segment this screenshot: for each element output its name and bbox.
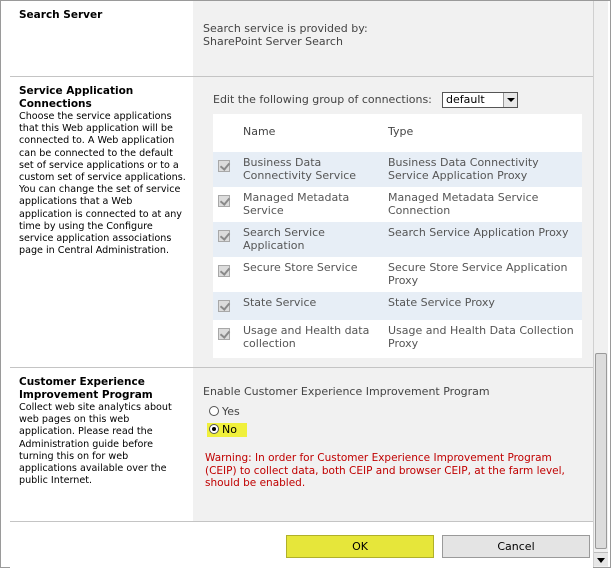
checkbox-checked-disabled[interactable]: [218, 160, 230, 172]
table-row: Secure Store Service Secure Store Servic…: [213, 257, 582, 292]
section-left: Customer Experience Improvement Program …: [10, 368, 193, 521]
radio-yes[interactable]: Yes: [209, 405, 240, 419]
scrollbar-thumb[interactable]: [595, 353, 607, 549]
section-left: Search Server: [10, 1, 193, 76]
column-header-name: Name: [243, 125, 276, 138]
section-ceip: Customer Experience Improvement Program …: [10, 368, 593, 521]
section-description: Collect web site analytics about web pag…: [19, 402, 172, 487]
row-name: Usage and Health data collection: [243, 324, 370, 350]
section-right: Enable Customer Experience Improvement P…: [193, 368, 593, 521]
select-value: default: [446, 93, 485, 106]
scroll-down-arrow-icon[interactable]: [594, 552, 608, 566]
row-type: Secure Store Service Application Proxy: [388, 261, 568, 287]
table-row: Managed Metadata Service Managed Metadat…: [213, 187, 582, 222]
row-type: State Service Proxy: [388, 296, 495, 309]
row-name: State Service: [243, 296, 317, 309]
connection-group-select[interactable]: default: [442, 92, 518, 108]
row-type: Business Data Connectivity Service Appli…: [388, 156, 539, 182]
chevron-down-icon[interactable]: [503, 93, 517, 107]
section-title-line2: Connections: [19, 98, 92, 110]
table-row: Usage and Health data collection Usage a…: [213, 320, 582, 355]
row-type: Search Service Application Proxy: [388, 226, 569, 239]
section-service-connections: Service Application Connections Choose t…: [10, 77, 593, 368]
button-bar: OK Cancel: [10, 521, 593, 569]
checkbox-checked-disabled[interactable]: [218, 265, 230, 277]
dialog-content: Search Server Search service is provided…: [10, 1, 593, 569]
ceip-warning: Warning: In order for Customer Experienc…: [205, 452, 565, 490]
section-title: Service Application Connections: [19, 85, 187, 111]
section-right: Search service is provided by: SharePoin…: [193, 1, 593, 76]
section-title-line1: Service Application: [19, 85, 134, 97]
connections-table: Name Type Business Data Connectivity Ser…: [213, 114, 582, 358]
row-type: Managed Metadata Service Connection: [388, 191, 539, 217]
row-name: Managed Metadata Service: [243, 191, 350, 217]
table-row: Search Service Application Search Servic…: [213, 222, 582, 257]
row-type: Usage and Health Data Collection Proxy: [388, 324, 574, 350]
section-title-line1: Customer Experience: [19, 376, 145, 388]
search-provider-text: Search service is provided by: SharePoin…: [203, 22, 368, 48]
radio-no[interactable]: No: [207, 423, 247, 437]
section-right: Edit the following group of connections:…: [193, 77, 593, 367]
cancel-button[interactable]: Cancel: [442, 535, 590, 558]
section-search-server: Search Server Search service is provided…: [10, 1, 593, 77]
checkbox-checked-disabled[interactable]: [218, 300, 230, 312]
group-label: Edit the following group of connections:: [213, 93, 432, 106]
row-name: Business Data Connectivity Service: [243, 156, 357, 182]
section-description: Choose the service applications that thi…: [19, 111, 186, 257]
radio-button-selected-icon[interactable]: [209, 424, 219, 434]
search-provider-value: SharePoint Server Search: [203, 35, 343, 48]
table-row: Business Data Connectivity Service Busin…: [213, 152, 582, 187]
search-provider-label: Search service is provided by:: [203, 22, 368, 35]
vertical-scrollbar[interactable]: [593, 1, 608, 567]
checkbox-checked-disabled[interactable]: [218, 195, 230, 207]
section-title: Customer Experience Improvement Program: [19, 376, 187, 402]
row-name: Secure Store Service: [243, 261, 358, 274]
row-name: Search Service Application: [243, 226, 325, 252]
section-left: Service Application Connections Choose t…: [10, 77, 193, 367]
column-header-type: Type: [388, 125, 414, 138]
radio-no-label: No: [222, 423, 237, 436]
ceip-label: Enable Customer Experience Improvement P…: [203, 385, 490, 398]
table-row: State Service State Service Proxy: [213, 292, 582, 320]
ok-button[interactable]: OK: [286, 535, 434, 558]
radio-button-icon[interactable]: [209, 406, 219, 416]
section-title: Search Server: [19, 9, 103, 21]
radio-yes-label: Yes: [222, 405, 240, 418]
dialog-frame: Search Server Search service is provided…: [0, 0, 611, 569]
section-title-line2: Improvement Program: [19, 389, 153, 401]
checkbox-checked-disabled[interactable]: [218, 230, 230, 242]
checkbox-checked-disabled[interactable]: [218, 328, 230, 340]
